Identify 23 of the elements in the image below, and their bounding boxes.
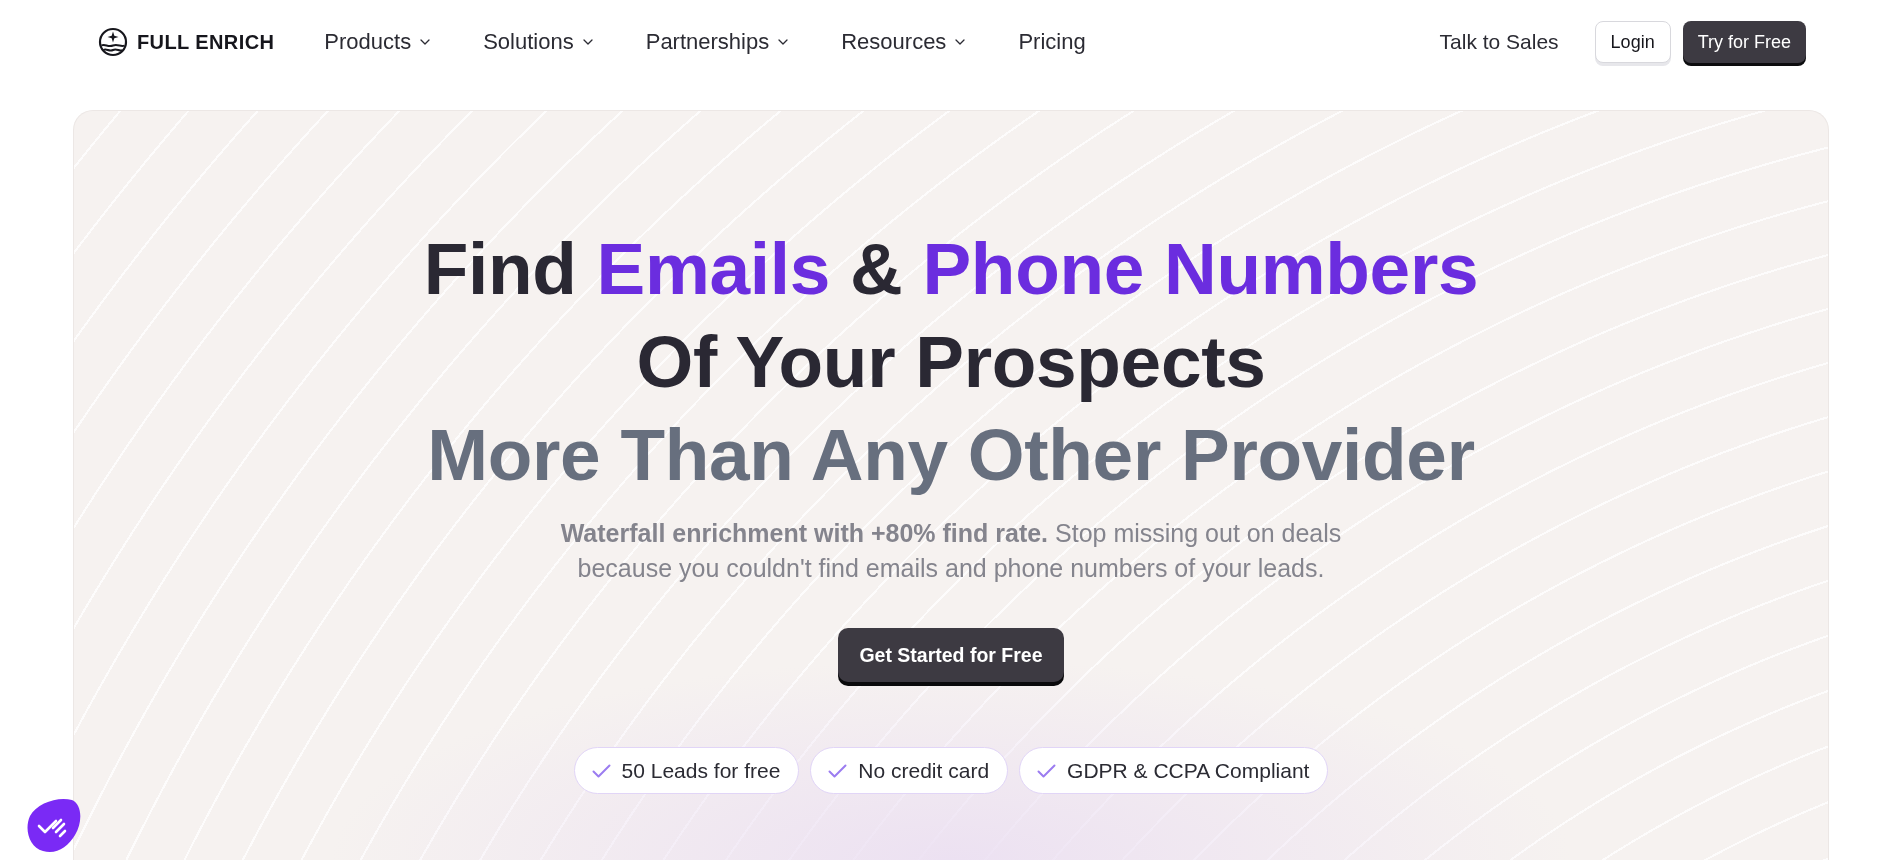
headline: Find Emails & Phone Numbers Of Your Prospects [423,227,1479,404]
feature-label: No credit card [858,758,990,783]
chevron-down-icon [420,39,431,45]
header-link[interactable]: Talk to Sales [1439,30,1559,54]
check-icon [591,763,611,778]
nav-item[interactable]: Pricing [1018,25,1086,59]
chevron-down-icon [955,39,966,45]
check-icon [828,763,848,778]
outline-button[interactable]: Login [1594,21,1671,63]
feature-label: 50 Leads for free [621,758,781,783]
logo-icon [98,27,128,57]
primary-button[interactable]: Try for Free [1682,21,1806,63]
description-text: Waterfall enrichment with +80% find rate. Stop missing out on deals because you couldn't find emails and phone numbers of your leads. [559,518,1343,584]
check-icon [1037,763,1057,778]
nav-item[interactable]: Resources [841,25,966,59]
nav-item[interactable]: Solutions [483,25,593,59]
nav-item[interactable]: Products [324,25,431,59]
feature-label: GDPR & CCPA Compliant [1067,758,1310,783]
chevron-down-icon [778,39,789,45]
tagline: More Than Any Other Provider [427,413,1475,497]
chevron-down-icon [582,39,593,45]
nav-item[interactable]: Partnerships [645,25,789,59]
logo-link[interactable]: FULL ENRICH [98,27,275,57]
